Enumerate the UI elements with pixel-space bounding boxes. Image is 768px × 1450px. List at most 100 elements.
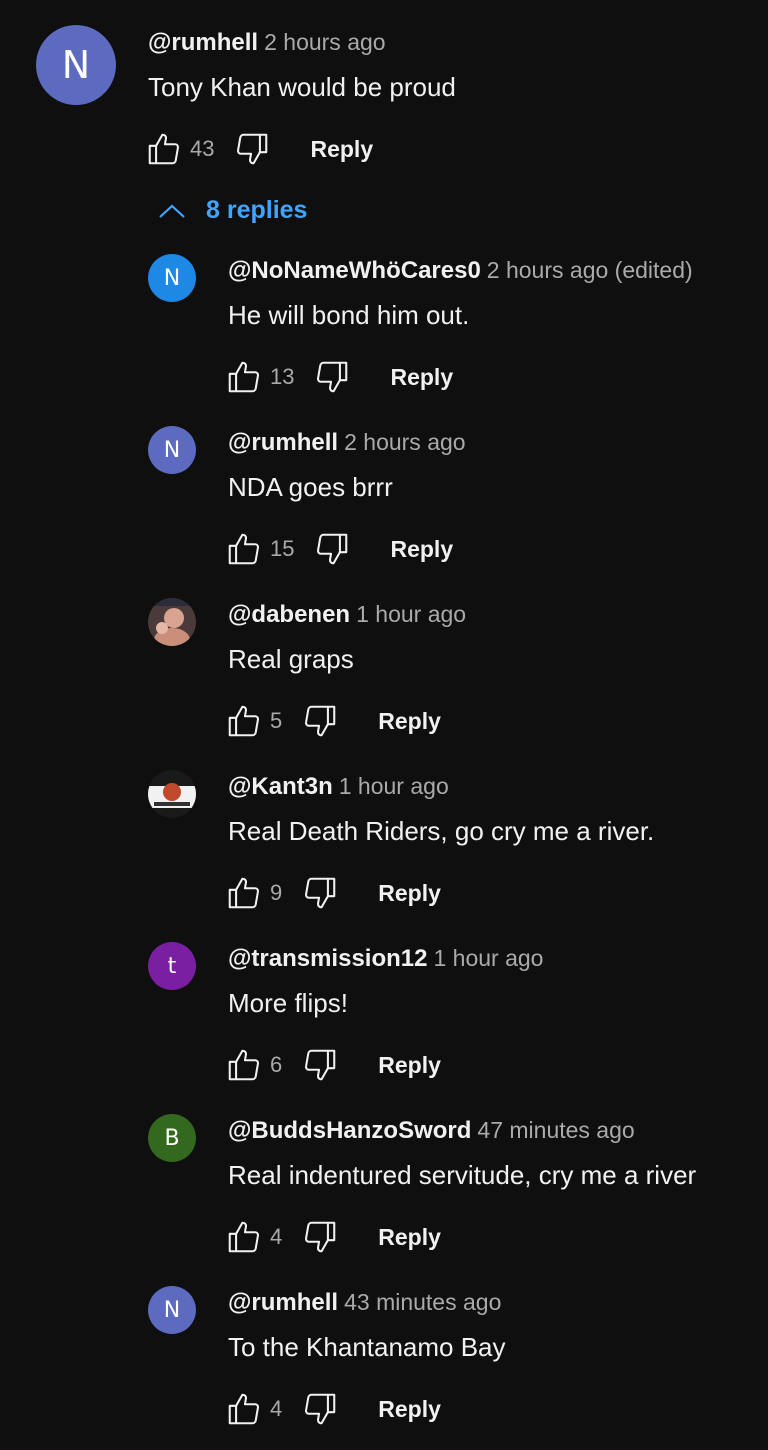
reply-avatar[interactable]: N (148, 426, 196, 474)
top-comment-header: @rumhell 2 hours ago (148, 29, 386, 57)
like-count: 15 (270, 536, 295, 561)
reply-text: Real indentured servitude, cry me a rive… (228, 1160, 697, 1190)
reply-author[interactable]: @BuddsHanzoSword (228, 1117, 471, 1144)
reply-button[interactable]: Reply (378, 1224, 441, 1251)
reply-header: @dabenen 1 hour ago (228, 601, 466, 629)
like-count: 4 (270, 1396, 283, 1421)
reply-button[interactable]: Reply (378, 1396, 441, 1423)
reply-button[interactable]: Reply (390, 536, 453, 563)
thumbs-down-icon (317, 533, 348, 565)
reply-header: @transmission12 1 hour ago (228, 945, 543, 973)
reply-actions: 4 Reply (224, 1387, 441, 1431)
thumbs-down-icon (317, 361, 348, 393)
dislike-button[interactable] (300, 1389, 340, 1429)
reply-avatar[interactable] (148, 770, 196, 818)
reply-text: He will bond him out. (228, 300, 470, 330)
thumbs-down-icon (305, 877, 336, 909)
reply-actions: 15 Reply (224, 527, 453, 571)
thumbs-down-icon (305, 1393, 336, 1425)
replies-toggle[interactable]: 8 replies (156, 196, 307, 225)
reply-button[interactable]: Reply (390, 364, 453, 391)
dislike-button[interactable] (300, 1045, 340, 1085)
like-count: 4 (270, 1224, 283, 1249)
chevron-up-icon (159, 204, 185, 218)
reply-header: @rumhell 2 hours ago (228, 429, 466, 457)
reply-time[interactable]: 2 hours ago (edited) (487, 257, 693, 283)
comment-text: Tony Khan would be proud (148, 72, 456, 102)
reply-button[interactable]: Reply (310, 136, 373, 163)
reply-header: @Kant3n 1 hour ago (228, 773, 449, 801)
thumbs-up-icon (228, 361, 260, 393)
reply-avatar[interactable]: N (148, 1286, 196, 1334)
thumbs-down-icon (305, 705, 336, 737)
reply-actions: 6 Reply (224, 1043, 441, 1087)
reply-header: @rumhell 43 minutes ago (228, 1289, 501, 1317)
like-button[interactable] (224, 873, 264, 913)
reply-button[interactable]: Reply (378, 1052, 441, 1079)
thumbs-down-icon (237, 133, 268, 165)
like-count: 6 (270, 1052, 283, 1077)
reply-author[interactable]: @NoNameWhöCares0 (228, 257, 481, 284)
reply-button[interactable]: Reply (378, 708, 441, 735)
reply-header: @NoNameWhöCares0 2 hours ago (edited) (228, 257, 693, 285)
top-comment-avatar[interactable]: N (36, 25, 116, 105)
like-button[interactable] (224, 1045, 264, 1085)
reply-time[interactable]: 43 minutes ago (344, 1289, 501, 1315)
thumbs-up-icon (228, 705, 260, 737)
profile-photo-icon (148, 770, 196, 818)
reply-actions: 9 Reply (224, 871, 441, 915)
thumbs-down-icon (305, 1049, 336, 1081)
comment-time[interactable]: 2 hours ago (264, 29, 385, 55)
like-button[interactable] (224, 357, 264, 397)
reply-actions: 5 Reply (224, 699, 441, 743)
reply-author[interactable]: @rumhell (228, 1289, 338, 1316)
replies-toggle-label: 8 replies (206, 196, 308, 224)
thumbs-up-icon (228, 533, 260, 565)
like-button[interactable] (224, 1217, 264, 1257)
comment-actions: 43 Reply (144, 127, 373, 171)
reply-time[interactable]: 47 minutes ago (477, 1117, 634, 1143)
reply-time[interactable]: 1 hour ago (356, 601, 466, 627)
reply-header: @BuddsHanzoSword 47 minutes ago (228, 1117, 635, 1145)
thumbs-down-icon (305, 1221, 336, 1253)
reply-author[interactable]: @rumhell (228, 429, 338, 456)
like-button[interactable] (144, 129, 184, 169)
thumbs-up-icon (228, 877, 260, 909)
reply-text: To the Khantanamo Bay (228, 1332, 506, 1362)
like-count: 5 (270, 708, 283, 733)
like-button[interactable] (224, 1389, 264, 1429)
thumbs-up-icon (228, 1393, 260, 1425)
dislike-button[interactable] (312, 529, 352, 569)
reply-button[interactable]: Reply (378, 880, 441, 907)
reply-avatar[interactable]: B (148, 1114, 196, 1162)
reply-avatar[interactable] (148, 598, 196, 646)
dislike-button[interactable] (300, 1217, 340, 1257)
reply-text: Real graps (228, 644, 354, 674)
reply-time[interactable]: 2 hours ago (344, 429, 465, 455)
dislike-button[interactable] (232, 129, 272, 169)
reply-author[interactable]: @transmission12 (228, 945, 427, 972)
reply-time[interactable]: 1 hour ago (339, 773, 449, 799)
reply-actions: 13 Reply (224, 355, 453, 399)
like-button[interactable] (224, 701, 264, 741)
dislike-button[interactable] (300, 873, 340, 913)
like-count: 13 (270, 364, 295, 389)
reply-actions: 4 Reply (224, 1215, 441, 1259)
reply-text: Real Death Riders, go cry me a river. (228, 816, 655, 846)
reply-author[interactable]: @dabenen (228, 601, 350, 628)
like-count: 9 (270, 880, 283, 905)
thumbs-up-icon (228, 1221, 260, 1253)
reply-avatar[interactable]: N (148, 254, 196, 302)
comment-author[interactable]: @rumhell (148, 29, 258, 56)
reply-time[interactable]: 1 hour ago (433, 945, 543, 971)
thumbs-up-icon (148, 133, 180, 165)
profile-photo-icon (148, 598, 196, 646)
reply-text: NDA goes brrr (228, 472, 393, 502)
reply-avatar[interactable]: t (148, 942, 196, 990)
reply-author[interactable]: @Kant3n (228, 773, 333, 800)
like-button[interactable] (224, 529, 264, 569)
like-count: 43 (190, 136, 215, 161)
dislike-button[interactable] (300, 701, 340, 741)
reply-text: More flips! (228, 988, 348, 1018)
dislike-button[interactable] (312, 357, 352, 397)
